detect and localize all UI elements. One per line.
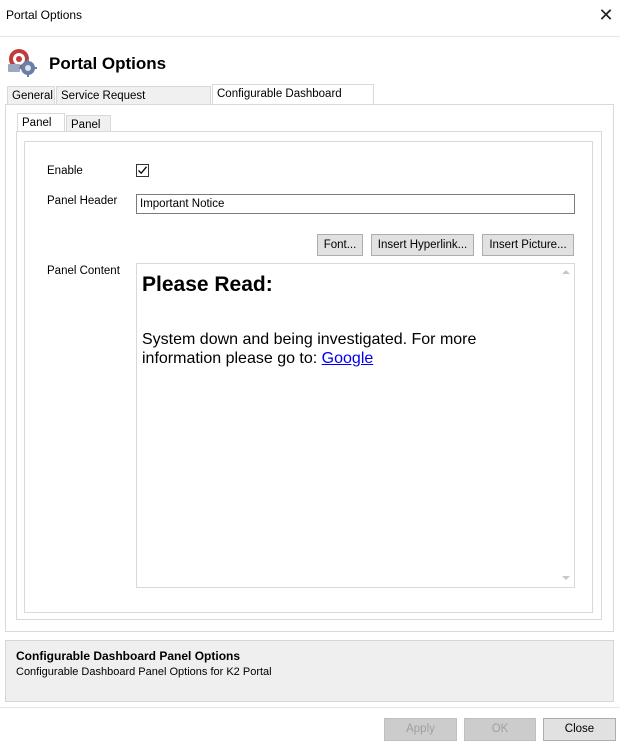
tab-general[interactable]: General [7, 86, 55, 104]
panel-content-label: Panel Content [47, 265, 120, 277]
content-heading: Please Read: [142, 273, 273, 296]
content-body: System down and being investigated. For … [142, 330, 522, 368]
insert-picture-button[interactable]: Insert Picture... [482, 234, 574, 256]
page-title: Portal Options [49, 54, 167, 73]
close-icon[interactable]: ✕ [596, 4, 616, 26]
insert-hyperlink-button[interactable]: Insert Hyperlink... [371, 234, 474, 256]
window-title: Portal Options [6, 8, 83, 22]
apply-button[interactable]: Apply [384, 718, 457, 741]
description-title: Configurable Dashboard Panel Options [16, 649, 241, 663]
close-button[interactable]: Close [543, 718, 616, 741]
description-panel: Configurable Dashboard Panel Options Con… [5, 640, 614, 702]
tab-panel-1[interactable]: Panel 1 [17, 113, 65, 147]
panel-header-label: Panel Header [47, 195, 118, 207]
panel-content-editor[interactable]: Please Read: System down and being inves… [136, 263, 575, 588]
font-button[interactable]: Font... [317, 234, 363, 256]
tab-configurable-dashboard-panels[interactable]: Configurable Dashboard Panels [212, 84, 374, 118]
settings-gear-icon [6, 46, 38, 78]
panel-header-input[interactable] [136, 194, 575, 214]
scroll-up-icon[interactable] [562, 270, 570, 274]
enable-label: Enable [47, 165, 83, 177]
enable-checkbox[interactable] [136, 164, 149, 177]
title-divider [0, 36, 620, 37]
description-text: Configurable Dashboard Panel Options for… [16, 666, 272, 678]
content-text: System down and being investigated. For … [142, 331, 477, 367]
checkmark-icon [138, 166, 148, 175]
title-bar: Portal Options ✕ [0, 0, 620, 31]
ok-button[interactable]: OK [464, 718, 536, 741]
footer-divider [0, 707, 620, 708]
editor-scrollbar[interactable] [559, 264, 574, 587]
tab-service-request-maintenance[interactable]: Service Request Maintenance [56, 86, 211, 120]
google-link[interactable]: Google [322, 350, 374, 367]
scroll-down-icon[interactable] [562, 576, 570, 580]
